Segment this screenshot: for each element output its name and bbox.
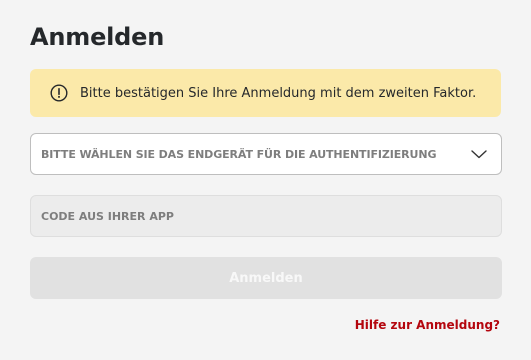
code-input[interactable] <box>30 195 502 237</box>
alert-message: Bitte bestätigen Sie Ihre Anmeldung mit … <box>80 85 477 101</box>
login-help-link[interactable]: Hilfe zur Anmeldung? <box>355 318 500 332</box>
exclamation-circle-icon <box>50 84 68 102</box>
login-button[interactable]: Anmelden <box>30 257 502 299</box>
chevron-down-icon <box>471 150 487 159</box>
device-select-label: BITTE WÄHLEN SIE DAS ENDGERÄT FÜR DIE AU… <box>41 147 437 161</box>
info-alert: Bitte bestätigen Sie Ihre Anmeldung mit … <box>30 69 501 117</box>
page-title: Anmelden <box>30 23 165 51</box>
device-select[interactable]: BITTE WÄHLEN SIE DAS ENDGERÄT FÜR DIE AU… <box>30 133 502 175</box>
